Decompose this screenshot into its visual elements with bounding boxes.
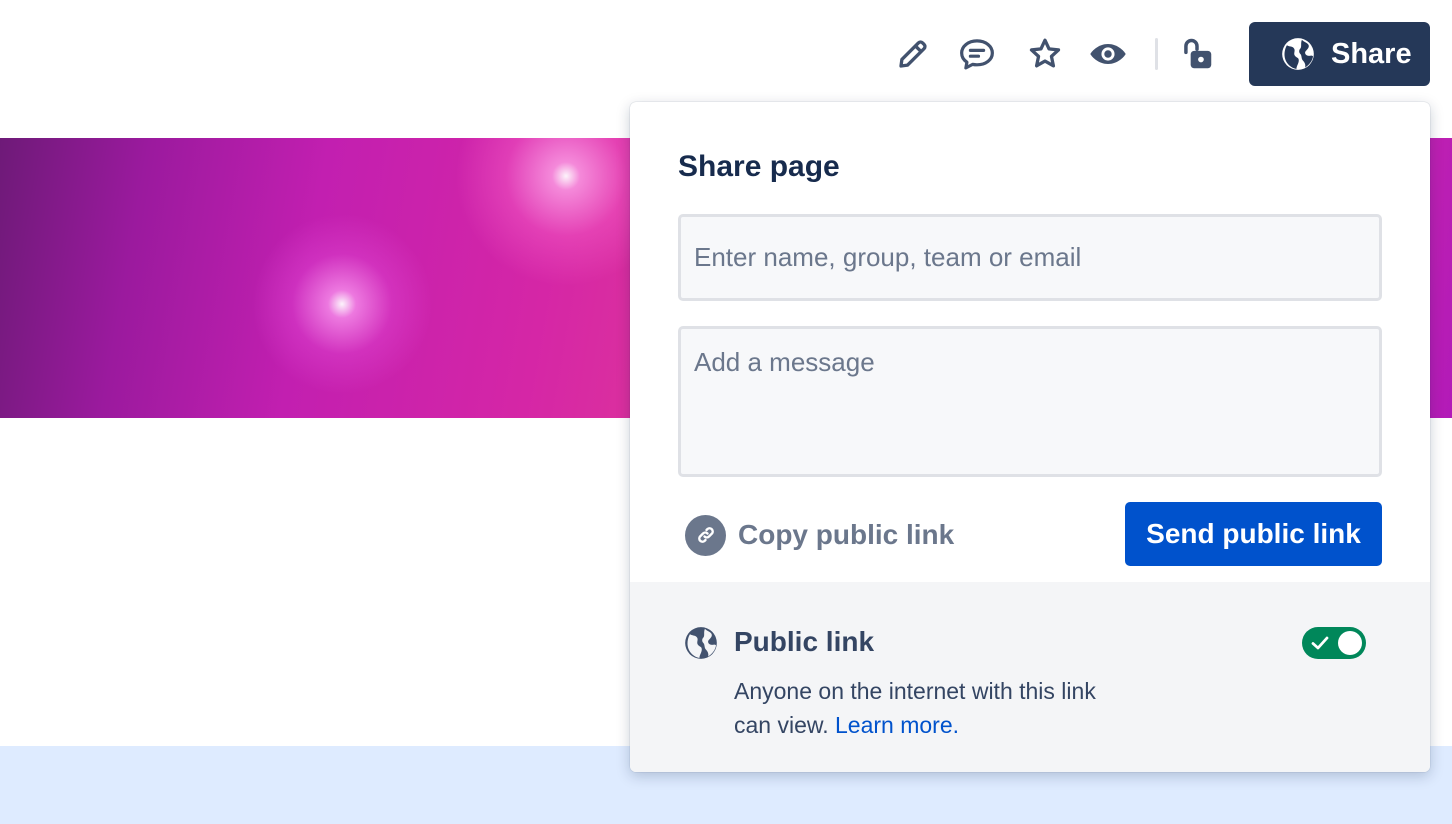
link-icon (685, 514, 726, 556)
share-page-dialog: Share page Copy public link Send public … (630, 102, 1430, 772)
public-link-description: Anyone on the internet with this link ca… (734, 674, 1134, 742)
unlock-icon[interactable] (1177, 34, 1217, 74)
watch-eye-icon[interactable] (1088, 34, 1128, 74)
star-icon[interactable] (1025, 34, 1065, 74)
share-button-label: Share (1331, 37, 1412, 70)
check-icon (1311, 636, 1329, 650)
public-link-section: Public link Anyone on the internet with … (630, 582, 1430, 772)
copy-public-link-label: Copy public link (738, 519, 955, 550)
globe-icon (685, 627, 717, 659)
page-toolbar: Share (0, 0, 1452, 108)
share-button[interactable]: Share (1249, 22, 1430, 86)
copy-public-link-button[interactable]: Copy public link (685, 514, 954, 556)
edit-pencil-icon[interactable] (893, 34, 933, 74)
recipient-input[interactable] (678, 214, 1382, 301)
public-link-toggle[interactable] (1302, 627, 1366, 659)
comment-icon[interactable] (957, 34, 997, 74)
toggle-knob (1338, 631, 1362, 655)
toolbar-divider (1155, 38, 1158, 70)
globe-icon (1282, 38, 1314, 70)
message-textarea[interactable] (678, 326, 1382, 477)
public-link-title: Public link (734, 626, 875, 657)
send-public-link-button[interactable]: Send public link (1125, 502, 1382, 566)
dialog-title: Share page (678, 150, 840, 183)
learn-more-link[interactable]: Learn more. (835, 712, 959, 738)
